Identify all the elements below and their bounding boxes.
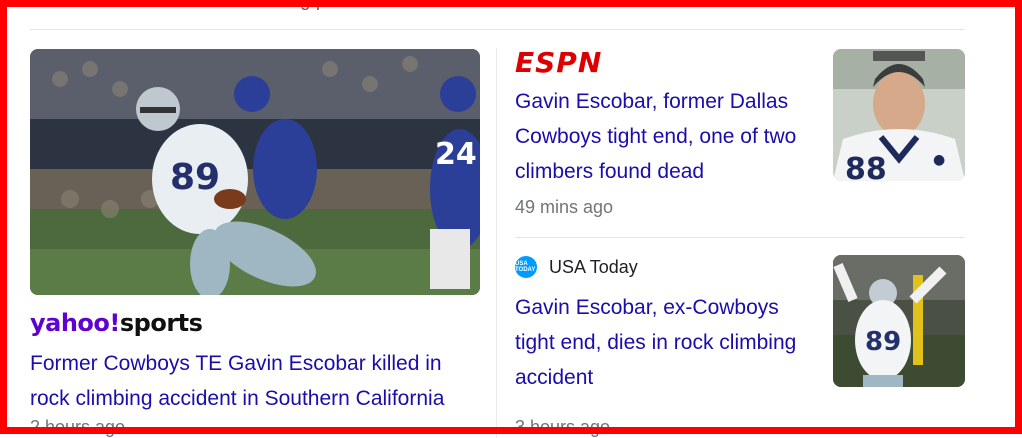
- story1-timestamp: 49 mins ago: [515, 197, 614, 217]
- hero-image[interactable]: 89 24: [30, 49, 480, 295]
- football-photo-icon: 89 24: [30, 49, 480, 295]
- svg-text:88: 88: [845, 152, 887, 181]
- cut-off-text: g p: [300, 0, 327, 11]
- story-divider: [515, 237, 965, 238]
- source-name: USA Today: [549, 256, 638, 277]
- hero-headline-link[interactable]: Former Cowboys TE Gavin Escobar killed i…: [30, 346, 470, 416]
- column-divider: [496, 48, 497, 438]
- svg-text:●: ●: [933, 152, 945, 168]
- usa-today-icon: USA TODAY: [515, 256, 537, 278]
- svg-text:24: 24: [435, 137, 477, 172]
- hero-timestamp: 2 hours ago: [30, 417, 126, 437]
- story1-thumbnail[interactable]: 88 ●: [833, 49, 965, 181]
- espn-logo: ESPN: [515, 46, 603, 79]
- svg-text:89: 89: [865, 327, 901, 357]
- story2-headline-link[interactable]: Gavin Escobar, ex-Cowboys tight end, die…: [515, 290, 820, 395]
- yahoo-sports-logo: yahoo!sports: [30, 309, 203, 337]
- usa-today-source: USA TODAY USA Today: [515, 256, 638, 278]
- story2-timestamp: 3 hours ago: [515, 417, 611, 437]
- story2-thumbnail[interactable]: 89: [833, 255, 965, 387]
- top-divider: [30, 29, 965, 30]
- celebrating-player-icon: 89: [833, 255, 965, 387]
- svg-text:89: 89: [170, 157, 220, 198]
- player-portrait-icon: 88 ●: [833, 49, 965, 181]
- story1-headline-link[interactable]: Gavin Escobar, former Dallas Cowboys tig…: [515, 84, 820, 189]
